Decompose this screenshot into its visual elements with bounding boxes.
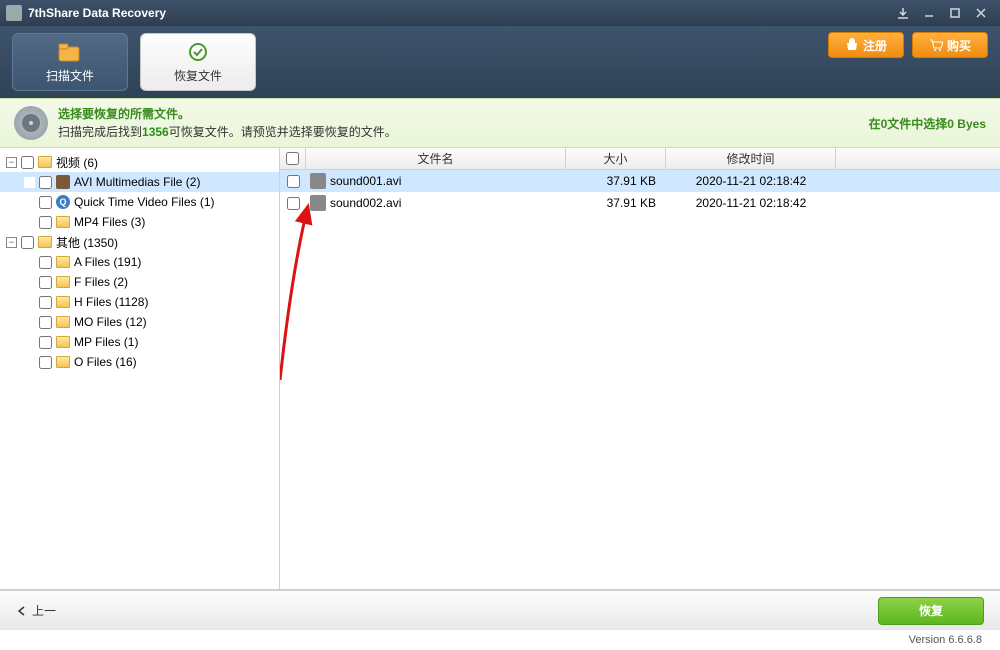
info-line1: 选择要恢复的所需文件。 xyxy=(58,105,859,123)
basket-icon xyxy=(845,38,859,52)
tab-scan-label: 扫描文件 xyxy=(46,67,94,84)
tree-item[interactable]: MP Files (1) xyxy=(0,332,279,352)
titlebar: 7thShare Data Recovery xyxy=(0,0,1000,26)
app-title: 7thShare Data Recovery xyxy=(28,6,890,20)
app-icon xyxy=(6,5,22,21)
disk-icon xyxy=(14,106,48,140)
list-header: 文件名 大小 修改时间 xyxy=(280,148,1000,170)
header-size[interactable]: 大小 xyxy=(566,148,666,169)
footer-bar: 上一 恢复 xyxy=(0,590,1000,630)
file-row[interactable]: sound002.avi37.91 KB2020-11-21 02:18:42 xyxy=(280,192,1000,214)
info-line2: 扫描完成后找到1356可恢复文件。请预览并选择要恢复的文件。 xyxy=(58,123,859,141)
selection-summary: 在0文件中选择0 Byes xyxy=(869,115,986,132)
tree-item[interactable]: QQuick Time Video Files (1) xyxy=(0,192,279,212)
file-row[interactable]: sound001.avi37.91 KB2020-11-21 02:18:42 xyxy=(280,170,1000,192)
tree-item[interactable]: F Files (2) xyxy=(0,272,279,292)
tree-item[interactable]: MP4 Files (3) xyxy=(0,212,279,232)
buy-button[interactable]: 购买 xyxy=(912,32,988,58)
tree-item[interactable]: AVI Multimedias File (2) xyxy=(0,172,279,192)
tree-item[interactable]: O Files (16) xyxy=(0,352,279,372)
recover-button[interactable]: 恢复 xyxy=(878,597,984,625)
header-checkbox-col[interactable] xyxy=(280,148,306,169)
info-strip: 选择要恢复的所需文件。 扫描完成后找到1356可恢复文件。请预览并选择要恢复的文… xyxy=(0,98,1000,148)
download-icon[interactable] xyxy=(890,4,916,22)
category-tree[interactable]: −视频 (6)AVI Multimedias File (2)QQuick Ti… xyxy=(0,148,280,589)
file-list-panel: 文件名 大小 修改时间 sound001.avi37.91 KB2020-11-… xyxy=(280,148,1000,589)
tree-item[interactable]: A Files (191) xyxy=(0,252,279,272)
recover-button-label: 恢复 xyxy=(919,602,943,619)
annotation-arrow xyxy=(280,170,580,470)
tree-group[interactable]: −视频 (6) xyxy=(0,152,279,172)
header-date[interactable]: 修改时间 xyxy=(666,148,836,169)
arrow-left-icon xyxy=(16,605,28,617)
close-icon[interactable] xyxy=(968,4,994,22)
tree-item[interactable]: H Files (1128) xyxy=(0,292,279,312)
file-icon xyxy=(310,173,326,189)
register-button[interactable]: 注册 xyxy=(828,32,904,58)
list-body[interactable]: sound001.avi37.91 KB2020-11-21 02:18:42s… xyxy=(280,170,1000,589)
back-label: 上一 xyxy=(32,602,56,619)
tree-item[interactable]: MO Files (12) xyxy=(0,312,279,332)
version-label: Version 6.6.6.8 xyxy=(0,630,1000,650)
folder-search-icon xyxy=(57,41,83,63)
file-icon xyxy=(310,195,326,211)
cart-icon xyxy=(929,38,943,52)
tab-recover-label: 恢复文件 xyxy=(174,67,222,84)
back-button[interactable]: 上一 xyxy=(16,602,56,619)
buy-label: 购买 xyxy=(947,37,971,54)
register-label: 注册 xyxy=(863,37,887,54)
recover-icon xyxy=(185,41,211,63)
main-toolbar: 扫描文件 恢复文件 注册 购买 xyxy=(0,26,1000,98)
tab-scan[interactable]: 扫描文件 xyxy=(12,33,128,91)
body-area: −视频 (6)AVI Multimedias File (2)QQuick Ti… xyxy=(0,148,1000,590)
minimize-icon[interactable] xyxy=(916,4,942,22)
header-name[interactable]: 文件名 xyxy=(306,148,566,169)
maximize-icon[interactable] xyxy=(942,4,968,22)
tree-group[interactable]: −其他 (1350) xyxy=(0,232,279,252)
tab-recover[interactable]: 恢复文件 xyxy=(140,33,256,91)
